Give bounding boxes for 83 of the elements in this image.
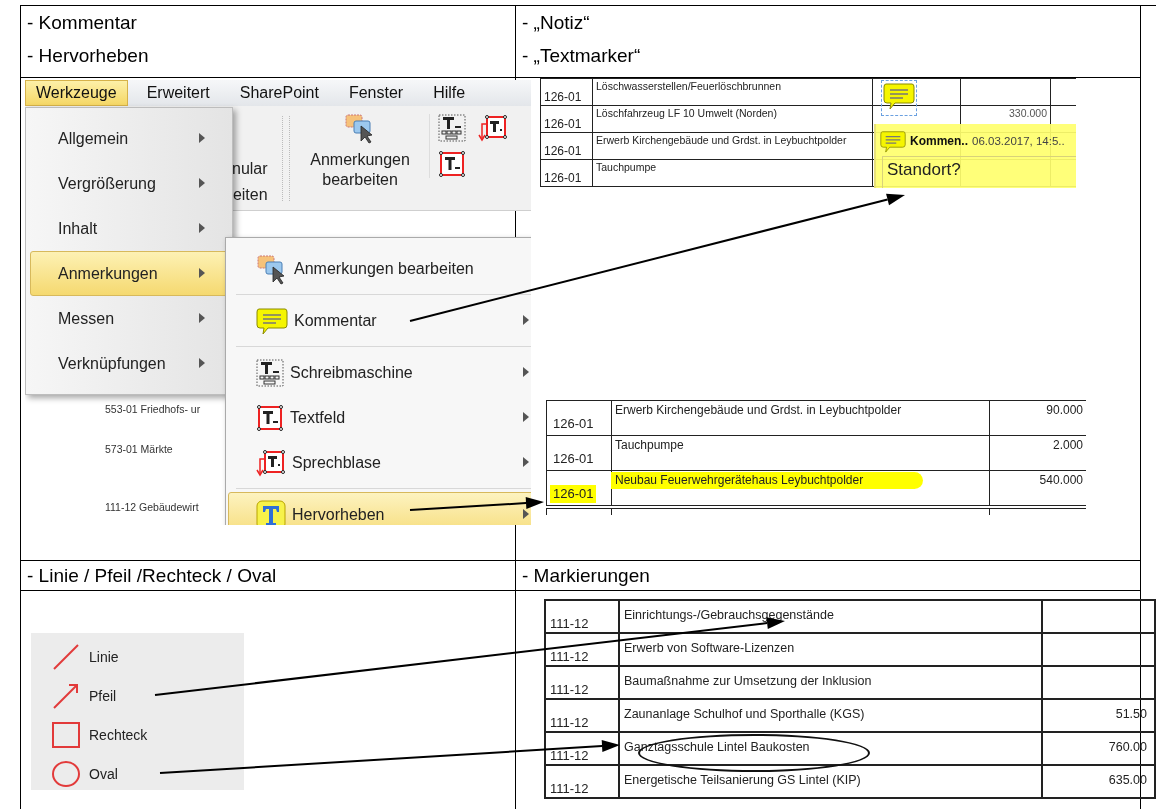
table-cell: 111-12 bbox=[545, 699, 619, 732]
heading-text: - Markierungen bbox=[522, 564, 650, 588]
submenu-arrow-icon bbox=[199, 313, 205, 323]
menu-bar-item[interactable]: Erweitert bbox=[135, 80, 221, 106]
table-cell: Löschfahrzeug LF 10 Umwelt (Norden) bbox=[592, 105, 873, 133]
shape-tool-item[interactable]: Oval bbox=[51, 757, 118, 790]
submenu-arrow-icon bbox=[523, 412, 529, 422]
callout-icon bbox=[256, 448, 286, 477]
text-box-icon bbox=[256, 403, 284, 432]
submenu-arrow-icon bbox=[199, 178, 205, 188]
menu-item[interactable]: Messen bbox=[30, 296, 228, 341]
heading-text: - Hervorheben bbox=[27, 44, 149, 68]
submenu-arrow-icon bbox=[523, 457, 529, 467]
table-cell: 111-12 bbox=[545, 600, 619, 633]
callout-icon bbox=[477, 114, 508, 142]
table-cell: 126-01 bbox=[540, 78, 593, 106]
rectangle-icon bbox=[51, 719, 81, 750]
menu-bar-item[interactable]: SharePoint bbox=[228, 80, 330, 106]
menu-item[interactable]: Textfeld bbox=[228, 395, 531, 440]
menu-bar-item[interactable]: Hilfe bbox=[422, 80, 477, 106]
menu-bar-item[interactable]: Fenster bbox=[337, 80, 415, 106]
submenu-arrow-icon bbox=[523, 315, 529, 325]
menu-item[interactable]: Sprechblase bbox=[228, 440, 531, 485]
table-cell: Erwerb Kirchengebäude und Grdst. in Leybuchtpolder bbox=[592, 132, 873, 160]
heading-text: - Kommentar bbox=[27, 11, 137, 35]
table-cell-text: Tauchpumpe bbox=[614, 437, 685, 454]
menu-item[interactable]: Hervorheben bbox=[228, 492, 531, 525]
comment-icon bbox=[256, 306, 288, 335]
text-box-icon bbox=[437, 150, 466, 178]
table-cell: Löschwasserstellen/Feuerlöschbrunnen bbox=[592, 78, 873, 106]
table-cell: Neubau Feuerwehrgerätehaus Leybuchtpolder bbox=[611, 472, 924, 489]
heading-text: - „Notiz“ bbox=[522, 11, 590, 35]
table-cell: Einrichtungs-/Gebrauchsgegenstände bbox=[619, 600, 1042, 633]
typewriter-icon bbox=[256, 358, 284, 387]
oval-icon bbox=[51, 758, 81, 789]
menu-item[interactable]: Kommentar bbox=[228, 298, 531, 343]
shape-tool-item[interactable]: Pfeil bbox=[51, 679, 117, 713]
menu-item[interactable]: Vergrößerung bbox=[30, 161, 228, 206]
submenu-arrow-icon bbox=[199, 358, 205, 368]
heading-text: - Linie / Pfeil /Rechteck / Oval bbox=[27, 564, 277, 588]
table-cell-text: Erwerb Kirchengebäude und Grdst. in Leybuchtpolder bbox=[614, 402, 903, 419]
submenu-arrow-icon bbox=[199, 223, 205, 233]
table-cell: 111-12 bbox=[545, 666, 619, 699]
note-date: 06.03.2017, 14:5.. bbox=[972, 135, 1065, 147]
heading-text: - „Textmarker“ bbox=[522, 44, 641, 68]
document-text: 553-01 Friedhofs- ur bbox=[105, 403, 201, 415]
table-cell: 126-01 bbox=[540, 132, 593, 160]
edit-annotations-button[interactable]: Anmerkungen bearbeiten bbox=[297, 106, 423, 191]
comment-icon bbox=[880, 129, 906, 153]
menu-item[interactable]: Allgemein bbox=[30, 116, 228, 161]
table-cell-text: 126-01 bbox=[552, 450, 595, 468]
table-cell: Zaunanlage Schulhof und Sporthalle (KGS) bbox=[619, 699, 1042, 732]
toolbar-button-label[interactable]: nular bbox=[232, 156, 268, 182]
comment-icon bbox=[883, 82, 915, 110]
menu-bar-item[interactable]: Werkzeuge bbox=[25, 80, 128, 106]
note-title: Kommen.. bbox=[910, 134, 968, 148]
menu-item[interactable]: Anmerkungen bearbeiten bbox=[228, 246, 531, 291]
document-text: 111-12 Gebäudewirt bbox=[105, 501, 199, 513]
shape-tool-item[interactable]: Rechteck bbox=[51, 718, 148, 752]
table-cell: 90.000 bbox=[989, 400, 1086, 436]
text-tool-icon bbox=[256, 499, 286, 525]
table-cell: 111-12 bbox=[545, 765, 619, 798]
table-cell: Erwerb von Software-Lizenzen bbox=[619, 633, 1042, 666]
toolbar-button-label[interactable]: eiten bbox=[232, 182, 268, 208]
menu-item[interactable]: Anmerkungen bbox=[30, 251, 228, 296]
typewriter-icon bbox=[437, 114, 466, 142]
grip-handle[interactable] bbox=[281, 116, 290, 201]
shape-tool-item[interactable]: Linie bbox=[51, 641, 119, 674]
menu-item[interactable]: Schreibmaschine bbox=[228, 350, 531, 395]
submenu-arrow-icon bbox=[199, 268, 205, 278]
table-cell: Baumaßnahme zur Umsetzung der Inklusion bbox=[619, 666, 1042, 699]
table-cell: 111-12 bbox=[545, 633, 619, 666]
table-cell-text: 126-01 bbox=[552, 415, 595, 433]
submenu-arrow-icon bbox=[199, 133, 205, 143]
menu-item[interactable]: Inhalt bbox=[30, 206, 228, 251]
table-cell: 126-01 bbox=[540, 159, 593, 187]
submenu-arrow-icon bbox=[523, 367, 529, 377]
table-cell: Tauchpumpe bbox=[592, 159, 873, 187]
table-cell: 126-01 bbox=[540, 105, 593, 133]
table-cell: 126-01 bbox=[550, 485, 597, 503]
document-text: 573-01 Märkte bbox=[105, 443, 173, 455]
menu-item[interactable]: Verknüpfungen bbox=[30, 341, 228, 386]
table-cell: Energetische Teilsanierung GS Lintel (KIP) bbox=[619, 765, 1042, 798]
